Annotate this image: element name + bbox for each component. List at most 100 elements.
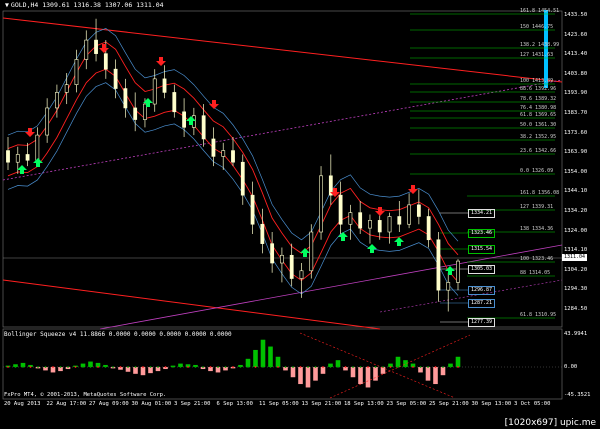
squeeze-dot [359, 366, 362, 368]
osc-bar [358, 367, 363, 385]
squeeze-dot [412, 366, 414, 368]
fib-level-label: 0.0 1326.09 [520, 168, 554, 174]
osc-bar [335, 360, 341, 367]
time-tick-label: 6 Sep 13:00 [216, 401, 253, 407]
trendline-dotted-1 [2, 79, 563, 181]
sell-arrow-icon [209, 100, 219, 109]
osc-tick-label: -45.3521 [564, 392, 591, 398]
time-tick-label: 20 Aug 2013 [4, 401, 41, 407]
channel-lower-line [2, 279, 381, 330]
time-tick-label: 23 Sep 05:00 [386, 401, 427, 407]
candle-body [338, 194, 343, 225]
osc-bar [373, 367, 378, 381]
squeeze-dot [344, 366, 347, 368]
candle-body [299, 270, 304, 279]
oscillator-histogram [5, 339, 461, 388]
fib-level-label: 76.4 1380.98 [520, 105, 557, 111]
candle-body [456, 260, 460, 283]
chart-title: ▼ GOLD,H4 1309.61 1316.38 1307.06 1311.04 [5, 2, 164, 9]
indicator-pane-frame [2, 328, 563, 400]
squeeze-dot [337, 366, 339, 368]
squeeze-dot [367, 366, 369, 368]
price-tick-label: 1354.00 [564, 168, 588, 175]
price-tick-label: 1413.40 [564, 51, 588, 58]
squeeze-dot [142, 366, 144, 368]
squeeze-dot [89, 366, 92, 368]
candle-body [407, 204, 411, 225]
candle-body [74, 59, 79, 85]
squeeze-dot [314, 366, 317, 368]
squeeze-dot [67, 366, 69, 368]
symbol-dropdown-icon[interactable]: ▼ [5, 1, 9, 9]
price-tick-label: 1363.90 [564, 149, 588, 156]
squeeze-dot [157, 366, 159, 368]
candle-body [289, 254, 294, 279]
buy-arrow-icon [33, 158, 43, 167]
squeeze-dot [427, 366, 429, 368]
osc-bar [290, 367, 296, 378]
osc-bar [260, 339, 266, 367]
osc-bar [140, 367, 146, 376]
osc-bar [133, 367, 138, 374]
squeeze-dot [134, 366, 137, 368]
candle-body [231, 150, 235, 163]
squeeze-dot [434, 366, 437, 368]
candle-body [358, 212, 363, 229]
price-tick-label: 1393.90 [564, 90, 588, 97]
price-tick-label: 1314.10 [564, 247, 588, 254]
candle-body [377, 220, 382, 233]
candle-body [319, 175, 323, 233]
fib-level-label: 161.8 1356.08 [520, 190, 560, 196]
current-price-tag: 1311.04 [562, 254, 588, 261]
fib-level-label: 23.6 1342.66 [520, 148, 557, 154]
fib-level-label: 100 1413.89 [520, 78, 554, 84]
price-level-box: 1305.03 [468, 265, 496, 274]
time-tick-label: 18 Sep 13:00 [344, 401, 384, 407]
price-tick-label: 1344.10 [564, 188, 588, 195]
price-level-box: 1296.87 [468, 286, 496, 295]
squeeze-dot [59, 366, 62, 368]
squeeze-dot [164, 366, 167, 368]
squeeze-dot [82, 366, 84, 368]
time-tick-label: 3 Oct 05:00 [514, 401, 551, 407]
fib-level-label: 150 1446.75 [520, 24, 554, 30]
watermark: [1020x697] upic.me [504, 418, 596, 428]
squeeze-dot [389, 366, 392, 368]
time-tick-label: 30 Aug 01:00 [131, 401, 172, 407]
squeeze-dot [262, 366, 264, 368]
price-tick-label: 1403.80 [564, 70, 588, 77]
price-level-box: 1315.54 [468, 245, 496, 254]
candle-body [113, 68, 118, 89]
candle-body [201, 115, 206, 140]
candle-body [309, 231, 314, 272]
fib-level-label: 127 1339.31 [520, 204, 554, 210]
fib-level-label: 78.6 1389.32 [520, 96, 557, 102]
squeeze-dot [149, 366, 152, 368]
squeeze-dot [299, 366, 302, 368]
candle-body [436, 239, 441, 291]
buy-arrow-icon [367, 244, 377, 253]
sell-arrow-icon [99, 44, 109, 53]
squeeze-dot [269, 366, 272, 368]
candle-body [84, 39, 89, 60]
fib-level-label: 38.2 1352.95 [520, 134, 557, 140]
squeeze-dot [14, 366, 17, 368]
osc-bar [440, 367, 446, 376]
time-tick-label: 27 Aug 09:00 [89, 401, 129, 407]
squeeze-dot [217, 366, 219, 368]
candle-body [280, 254, 284, 264]
fib-level-label: 88 1314.05 [520, 270, 551, 276]
squeeze-dot [172, 366, 174, 368]
price-tick-label: 1334.20 [564, 208, 588, 214]
price-level-box: 1287.21 [468, 299, 496, 308]
squeeze-dot [442, 366, 444, 368]
squeeze-dot [202, 366, 204, 368]
candle-body [25, 154, 30, 161]
price-tick-label: 1284.50 [564, 306, 588, 312]
candle-body [446, 282, 451, 291]
squeeze-dot [127, 366, 129, 368]
chart-canvas [2, 10, 563, 400]
sell-arrow-icon [156, 57, 166, 66]
squeeze-dot [352, 366, 354, 368]
squeeze-dot [97, 366, 99, 368]
